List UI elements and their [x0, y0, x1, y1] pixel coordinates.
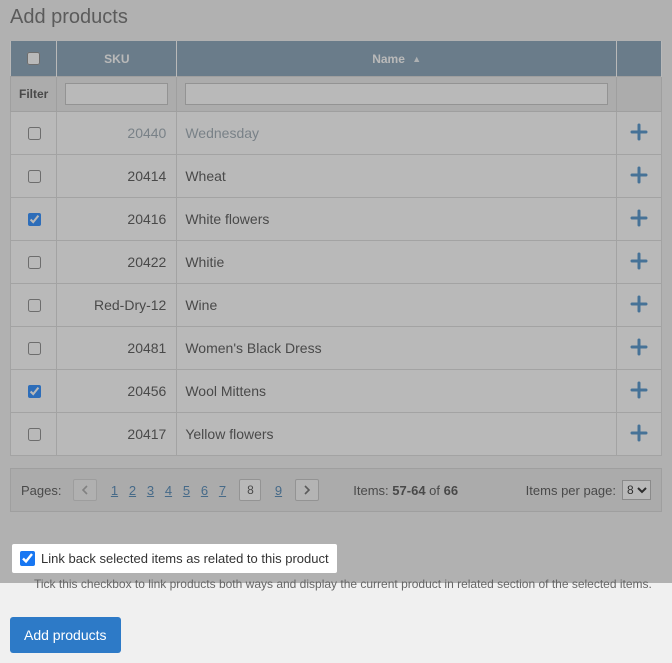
table-row: Red-Dry-12Wine	[11, 284, 662, 327]
row-name[interactable]: Women's Black Dress	[177, 327, 617, 370]
pager-page-link[interactable]: 5	[177, 479, 195, 501]
row-name[interactable]: Wool Mittens	[177, 370, 617, 413]
row-select-cell	[11, 155, 57, 198]
row-add-cell	[617, 370, 662, 413]
column-header-add	[617, 41, 662, 77]
filter-label: Filter	[11, 77, 57, 112]
column-header-sku[interactable]: SKU	[57, 41, 177, 77]
page-title: Add products	[10, 0, 662, 41]
plus-icon[interactable]	[629, 380, 649, 400]
table-row: 20417Yellow flowers	[11, 413, 662, 456]
pager-items-info: Items: 57-64 of 66	[353, 483, 458, 498]
plus-icon[interactable]	[629, 423, 649, 443]
row-select-cell	[11, 284, 57, 327]
pager-page-link[interactable]: 9	[269, 479, 287, 501]
plus-icon[interactable]	[629, 165, 649, 185]
row-sku: 20456	[57, 370, 177, 413]
row-sku: 20481	[57, 327, 177, 370]
plus-icon[interactable]	[629, 294, 649, 314]
row-select-checkbox[interactable]	[28, 256, 41, 269]
row-name[interactable]: Yellow flowers	[177, 413, 617, 456]
row-select-cell	[11, 241, 57, 284]
row-add-cell	[617, 112, 662, 155]
row-select-cell	[11, 198, 57, 241]
pager-label: Pages:	[21, 483, 61, 498]
plus-icon[interactable]	[629, 337, 649, 357]
plus-icon[interactable]	[629, 251, 649, 271]
pager-page-link[interactable]: 3	[141, 479, 159, 501]
row-name[interactable]: Wine	[177, 284, 617, 327]
linkback-hint: Tick this checkbox to link products both…	[12, 577, 660, 591]
table-row: 20456Wool Mittens	[11, 370, 662, 413]
row-select-checkbox[interactable]	[28, 428, 41, 441]
plus-icon[interactable]	[629, 208, 649, 228]
linkback-checkbox-wrap[interactable]: Link back selected items as related to t…	[12, 544, 337, 573]
row-select-checkbox[interactable]	[28, 170, 41, 183]
linkback-checkbox[interactable]	[20, 551, 35, 566]
row-add-cell	[617, 198, 662, 241]
column-header-name[interactable]: Name ▲	[177, 41, 617, 77]
row-sku: 20440	[57, 112, 177, 155]
filter-name-cell	[177, 77, 617, 112]
row-select-cell	[11, 413, 57, 456]
row-sku: 20414	[57, 155, 177, 198]
row-sku: 20422	[57, 241, 177, 284]
table-row: 20422Whitie	[11, 241, 662, 284]
row-sku: 20416	[57, 198, 177, 241]
row-add-cell	[617, 413, 662, 456]
pager: Pages: 1234567 8 9 Items: 57-64 of 66 It…	[10, 468, 662, 512]
column-header-select[interactable]	[11, 41, 57, 77]
row-select-checkbox[interactable]	[28, 213, 41, 226]
row-add-cell	[617, 327, 662, 370]
pager-page-link[interactable]: 1	[105, 479, 123, 501]
row-sku: Red-Dry-12	[57, 284, 177, 327]
pager-page-link[interactable]: 7	[213, 479, 231, 501]
table-row: 20414Wheat	[11, 155, 662, 198]
add-products-button[interactable]: Add products	[10, 617, 121, 653]
plus-icon[interactable]	[629, 122, 649, 142]
filter-sku-cell	[57, 77, 177, 112]
row-sku: 20417	[57, 413, 177, 456]
pager-perpage-label: Items per page:	[526, 483, 616, 498]
pager-current-page: 8	[239, 479, 261, 501]
table-row: 20481Women's Black Dress	[11, 327, 662, 370]
row-select-checkbox[interactable]	[28, 299, 41, 312]
row-name[interactable]: White flowers	[177, 198, 617, 241]
row-add-cell	[617, 241, 662, 284]
chevron-right-icon	[303, 485, 311, 495]
linkback-label: Link back selected items as related to t…	[41, 551, 329, 566]
products-table: SKU Name ▲ Filter 20440Wednesday20414Wh	[10, 41, 662, 456]
row-select-checkbox[interactable]	[28, 342, 41, 355]
row-add-cell	[617, 155, 662, 198]
pager-perpage-select[interactable]: 8	[622, 480, 651, 500]
sort-asc-icon: ▲	[412, 54, 421, 64]
pager-page-link[interactable]: 4	[159, 479, 177, 501]
table-row: 20416White flowers	[11, 198, 662, 241]
pager-next-button[interactable]	[295, 479, 319, 501]
pager-prev-button[interactable]	[73, 479, 97, 501]
pager-page-link[interactable]: 2	[123, 479, 141, 501]
select-all-checkbox[interactable]	[27, 52, 40, 65]
row-select-checkbox[interactable]	[28, 385, 41, 398]
row-select-cell	[11, 370, 57, 413]
row-add-cell	[617, 284, 662, 327]
chevron-left-icon	[81, 485, 89, 495]
row-name[interactable]: Wheat	[177, 155, 617, 198]
pager-page-link[interactable]: 6	[195, 479, 213, 501]
row-name[interactable]: Wednesday	[177, 112, 617, 155]
filter-sku-input[interactable]	[65, 83, 168, 105]
row-select-cell	[11, 327, 57, 370]
row-select-cell	[11, 112, 57, 155]
row-select-checkbox[interactable]	[28, 127, 41, 140]
row-name[interactable]: Whitie	[177, 241, 617, 284]
table-row: 20440Wednesday	[11, 112, 662, 155]
filter-add-cell	[617, 77, 662, 112]
filter-name-input[interactable]	[185, 83, 608, 105]
